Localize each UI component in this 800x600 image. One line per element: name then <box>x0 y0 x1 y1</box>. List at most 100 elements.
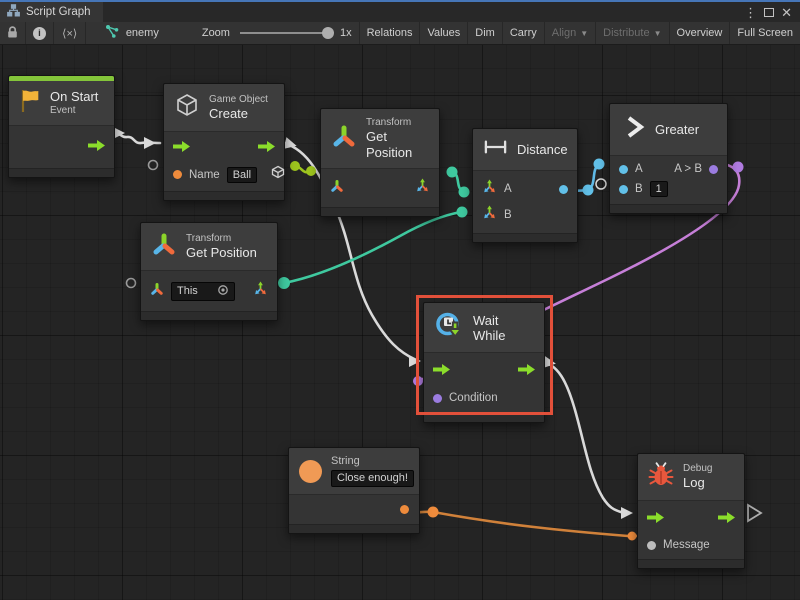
zoom-control: Zoom 1x <box>166 22 360 44</box>
vector3-in-port-a[interactable] <box>482 179 497 199</box>
zoom-slider[interactable] <box>240 32 328 34</box>
code-view-icon: ⟨×⟩ <box>62 27 77 40</box>
port-label: A <box>635 163 643 175</box>
flag-icon <box>18 87 41 119</box>
align-button[interactable]: Align ▼ <box>545 22 596 44</box>
port-label: B <box>504 209 512 221</box>
node-title: Get Position <box>366 129 429 160</box>
node-title: On Start <box>50 89 98 105</box>
node-debug-log[interactable]: Debug Log Message <box>637 453 745 569</box>
node-title: Distance <box>517 142 568 157</box>
node-distance[interactable]: Distance A B <box>472 128 578 243</box>
greater-out-port[interactable] <box>709 165 718 174</box>
flow-in-port[interactable] <box>173 139 190 157</box>
graph-breadcrumb[interactable]: enemy <box>95 22 166 44</box>
graph-tab-icon <box>7 4 20 20</box>
script-graph-window: Script Graph ⋮ ✕ i ⟨×⟩ enemy Zoom <box>0 0 800 600</box>
distribute-button[interactable]: Distribute ▼ <box>596 22 669 44</box>
node-title: Log <box>683 475 712 491</box>
node-get-position-top[interactable]: Transform Get Position <box>320 108 440 217</box>
port-label: Name <box>189 169 220 181</box>
graph-name: enemy <box>126 27 159 39</box>
port-label: A <box>504 183 512 195</box>
node-title: Wait While <box>473 313 534 343</box>
transform-in-port[interactable] <box>150 282 164 301</box>
flow-in-port[interactable] <box>647 510 664 528</box>
node-on-start-event[interactable]: On Start Event <box>8 75 115 178</box>
node-category: Transform <box>366 117 429 129</box>
gameobject-out-port[interactable] <box>271 165 285 184</box>
transform-icon <box>331 123 357 154</box>
fullscreen-button[interactable]: Full Screen <box>730 22 800 44</box>
transform-in-port[interactable] <box>330 179 344 198</box>
message-in-port[interactable] <box>647 541 656 550</box>
dim-button[interactable]: Dim <box>468 22 503 44</box>
flow-in-port[interactable] <box>433 362 450 380</box>
node-title: Create <box>209 106 268 122</box>
distance-out-port[interactable] <box>559 185 568 194</box>
node-string-literal[interactable]: String Close enough! <box>288 447 420 534</box>
bug-icon <box>648 461 674 493</box>
port-label: B <box>635 183 643 195</box>
greater-icon <box>622 113 646 146</box>
node-category: Transform <box>186 233 257 245</box>
window-controls: ⋮ ✕ <box>744 2 800 22</box>
target-value-field[interactable]: This <box>171 282 235 301</box>
name-input-port[interactable] <box>173 170 182 179</box>
flow-out-port[interactable] <box>258 139 275 157</box>
node-wait-while[interactable]: Wait While Condition <box>423 302 545 423</box>
greater-b-in-port[interactable] <box>619 185 628 194</box>
node-get-position-bottom[interactable]: Transform Get Position This <box>140 222 278 321</box>
vector3-in-port-b[interactable] <box>482 205 497 225</box>
tab-script-graph[interactable]: Script Graph <box>0 2 103 22</box>
code-view-button[interactable]: ⟨×⟩ <box>54 22 86 44</box>
condition-in-port[interactable] <box>433 394 442 403</box>
node-title: Greater <box>655 122 699 137</box>
maximize-icon[interactable] <box>764 8 774 17</box>
graph-toolbar: i ⟨×⟩ enemy Zoom 1x Relations Values Dim… <box>0 22 800 45</box>
tab-title: Script Graph <box>26 6 91 18</box>
tab-bar: Script Graph ⋮ ✕ <box>0 2 800 22</box>
carry-button[interactable]: Carry <box>503 22 545 44</box>
zoom-label: Zoom <box>202 27 230 39</box>
graph-icon <box>105 24 120 42</box>
values-button[interactable]: Values <box>420 22 468 44</box>
flow-out-port[interactable] <box>88 138 105 156</box>
node-greater[interactable]: Greater A A > B B 1 <box>609 103 728 214</box>
greater-b-value-field[interactable]: 1 <box>650 181 668 197</box>
node-title: String <box>331 455 414 468</box>
lock-button[interactable] <box>0 22 26 44</box>
window-menu-icon[interactable]: ⋮ <box>744 6 757 19</box>
node-category: Game Object <box>209 94 268 106</box>
wait-clock-icon <box>434 310 464 345</box>
node-game-object-create[interactable]: Game Object Create Name Ball <box>163 83 285 201</box>
relations-button[interactable]: Relations <box>360 22 421 44</box>
info-button[interactable]: i <box>26 22 54 44</box>
vector3-out-port[interactable] <box>415 178 430 198</box>
zoom-value: 1x <box>340 27 352 39</box>
flow-out-port[interactable] <box>518 362 535 380</box>
string-value-field[interactable]: Close enough! <box>331 470 414 487</box>
distance-icon <box>483 138 508 161</box>
greater-a-in-port[interactable] <box>619 165 628 174</box>
close-icon[interactable]: ✕ <box>781 6 792 19</box>
info-icon: i <box>33 27 46 40</box>
greater-output-label: A > B <box>674 163 702 175</box>
port-label: Condition <box>449 392 498 404</box>
node-category: Debug <box>683 463 712 475</box>
lock-icon <box>6 25 19 42</box>
node-subtitle: Event <box>50 105 98 117</box>
chevron-down-icon: ▼ <box>580 29 588 38</box>
zoom-slider-handle[interactable] <box>322 27 334 39</box>
node-title: Get Position <box>186 245 257 261</box>
string-icon <box>299 460 322 483</box>
overview-button[interactable]: Overview <box>670 22 731 44</box>
vector3-out-port[interactable] <box>253 281 268 301</box>
string-out-port[interactable] <box>400 505 409 514</box>
name-value-field[interactable]: Ball <box>227 167 257 183</box>
port-label: Message <box>663 539 710 551</box>
chevron-down-icon: ▼ <box>654 29 662 38</box>
flow-out-port[interactable] <box>718 510 735 528</box>
transform-icon <box>151 231 177 262</box>
object-picker-icon[interactable] <box>217 284 229 299</box>
